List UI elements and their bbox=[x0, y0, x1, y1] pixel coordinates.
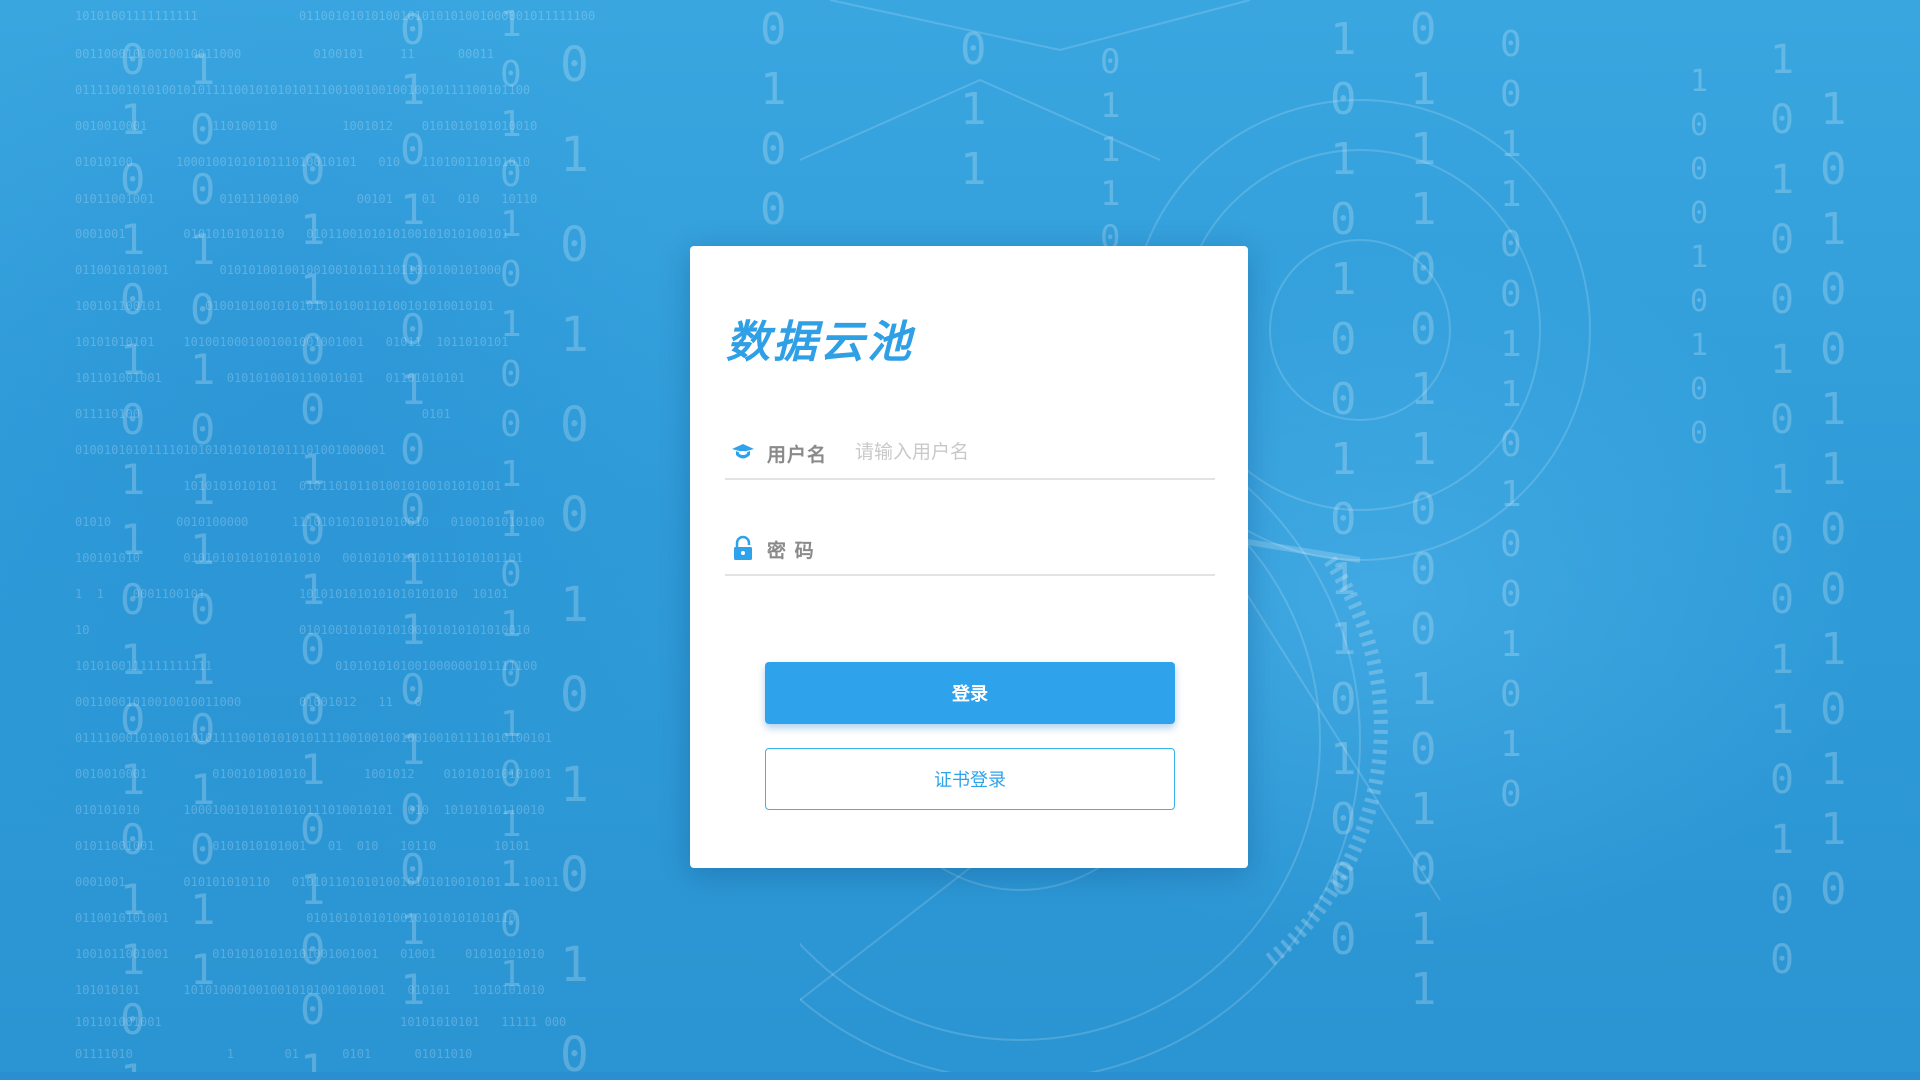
login-button[interactable]: 登录 bbox=[765, 662, 1175, 724]
password-label: 密 码 bbox=[767, 540, 815, 562]
user-icon bbox=[732, 444, 754, 459]
password-field: 密 码 bbox=[725, 516, 1215, 576]
username-label: 用户名 bbox=[767, 444, 828, 466]
login-card: 数据云池 用户名 密 码 登录 证书登录 bbox=[690, 246, 1248, 868]
username-input[interactable] bbox=[853, 432, 1207, 472]
bottom-bar bbox=[0, 1072, 1920, 1080]
password-input[interactable] bbox=[825, 528, 1179, 568]
username-field: 用户名 bbox=[725, 420, 1215, 480]
lock-icon bbox=[734, 535, 752, 560]
brand-title: 数据云池 bbox=[726, 317, 914, 368]
certificate-login-button[interactable]: 证书登录 bbox=[765, 748, 1175, 810]
